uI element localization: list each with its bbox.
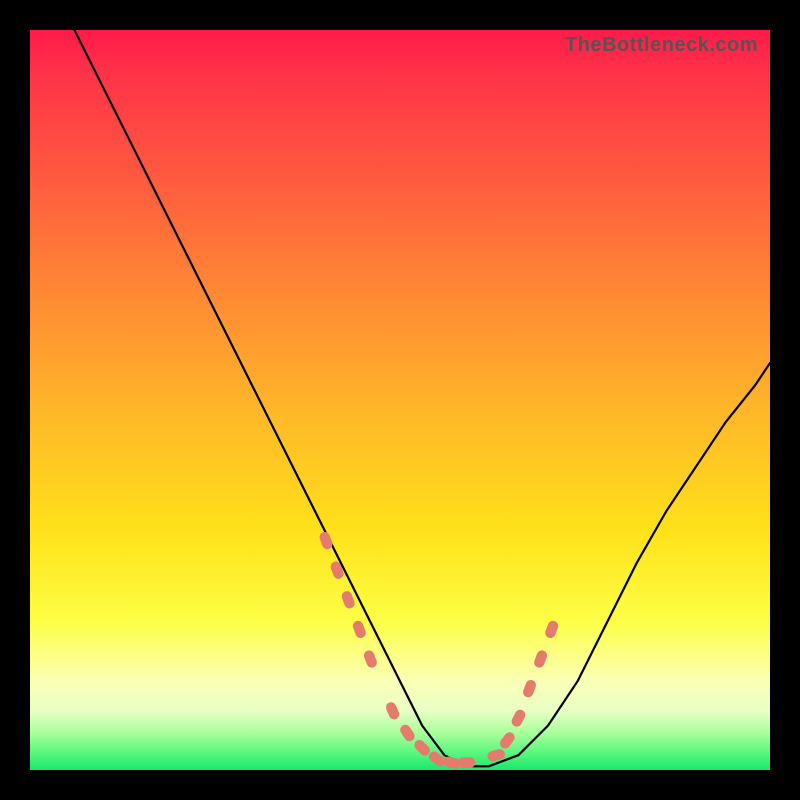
highlight-dot — [351, 619, 367, 639]
chart-frame: TheBottleneck.com — [0, 0, 800, 800]
highlight-dot — [398, 723, 416, 744]
highlight-dot — [458, 757, 476, 767]
highlight-dot — [362, 649, 378, 669]
highlight-dot — [533, 649, 549, 669]
curve-layer — [30, 30, 770, 770]
highlight-dot — [544, 619, 560, 639]
highlight-dot — [340, 590, 356, 610]
main-curve — [74, 30, 770, 766]
highlight-dot — [510, 708, 527, 729]
highlight-dot — [329, 560, 345, 580]
highlight-dot — [522, 678, 538, 698]
highlight-dot — [412, 738, 432, 758]
plot-area: TheBottleneck.com — [30, 30, 770, 770]
highlight-dot — [498, 730, 517, 750]
highlight-dot — [318, 530, 334, 550]
highlight-dot — [384, 701, 401, 721]
